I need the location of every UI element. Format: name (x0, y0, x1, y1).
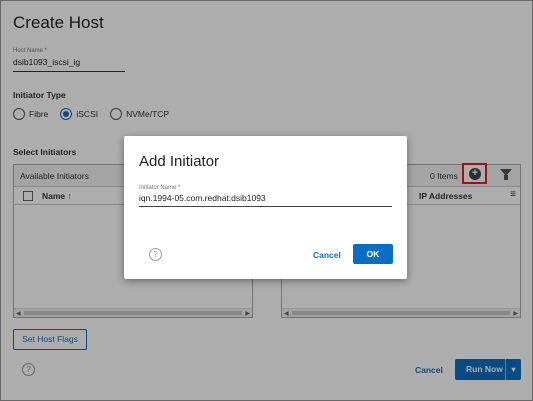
initiator-name-label: Initiator Name * (139, 185, 181, 191)
initiator-name-field[interactable]: iqn.1994-05.com.redhat:dsib1093 (139, 193, 392, 207)
dialog-ok-button[interactable]: OK (353, 244, 393, 264)
dialog-help-icon[interactable]: ? (149, 248, 162, 261)
dialog-cancel-button[interactable]: Cancel (313, 250, 341, 260)
add-initiator-dialog: Add Initiator Initiator Name * iqn.1994-… (124, 136, 407, 279)
dialog-title: Add Initiator (139, 153, 220, 170)
